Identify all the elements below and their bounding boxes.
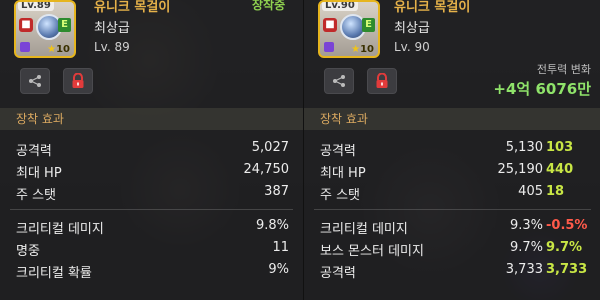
- e-badge: E: [362, 18, 375, 32]
- star-force: ★10: [351, 44, 374, 55]
- lock-button[interactable]: [63, 68, 93, 94]
- stat-label: 공격력: [320, 266, 356, 281]
- item-grade: 최상급: [94, 21, 130, 36]
- stat-row: 주 스탯 387: [0, 182, 303, 204]
- item-header: Lv.89 ■ E ★10 유니크 목걸이 장착중 최상급 Lv. 89: [0, 0, 303, 108]
- lock-icon: ■: [19, 18, 33, 32]
- stat-value: 9.3%: [509, 218, 543, 233]
- stat-value: 405: [518, 184, 543, 199]
- purple-square-icon: [324, 42, 334, 52]
- item-name: 유니크 목걸이: [94, 0, 171, 15]
- item-name: 유니크 목걸이: [394, 0, 471, 15]
- stat-label: 크리티컬 데미지: [16, 222, 104, 237]
- stat-label: 최대 HP: [16, 166, 62, 181]
- stat-row: 보스 몬스터 데미지 9.7% 9.7%: [304, 238, 600, 260]
- stat-row: 주 스탯 405 18: [304, 182, 600, 204]
- stat-value: 9.8%: [255, 218, 289, 233]
- lock-button[interactable]: [367, 68, 397, 94]
- compare-item-panel: Lv.90 ■ E ★10 유니크 목걸이 최상급 Lv. 90 전투력 변화 …: [303, 0, 600, 300]
- stat-row: 최대 HP 24,750: [0, 160, 303, 182]
- stat-value: 387: [264, 184, 289, 199]
- stat-label: 주 스탯: [16, 188, 57, 203]
- item-grade: 최상급: [394, 21, 430, 36]
- stat-diff: 3,733: [546, 262, 588, 277]
- item-level: Lv. 89: [94, 40, 130, 54]
- item-icon: Lv.89 ■ E ★10: [14, 0, 76, 58]
- stat-diff: 18: [546, 184, 565, 199]
- divider: [314, 209, 591, 210]
- star-force: ★10: [47, 44, 70, 55]
- stat-label: 크리티컬 확률: [16, 266, 92, 281]
- stat-diff: 440: [546, 162, 574, 177]
- lock-icon: ■: [323, 18, 337, 32]
- lock-icon: [72, 73, 84, 88]
- stat-diff: -0.5%: [546, 218, 588, 233]
- share-icon: [333, 75, 345, 87]
- stat-row: 명중 11: [0, 238, 303, 260]
- share-button[interactable]: [324, 68, 354, 94]
- stat-diff: 9.7%: [546, 240, 583, 255]
- star-icon: ★: [351, 44, 361, 55]
- icon-level-tag: Lv.89: [18, 2, 54, 11]
- stat-row: 최대 HP 25,190 440: [304, 160, 600, 182]
- power-change-value: +4억 6076만: [493, 80, 591, 98]
- share-icon: [29, 75, 41, 87]
- purple-square-icon: [20, 42, 30, 52]
- stat-diff: 103: [546, 140, 574, 155]
- stat-value: 9%: [268, 262, 289, 277]
- power-change-label: 전투력 변화: [536, 63, 591, 76]
- icon-level-tag: Lv.90: [322, 2, 358, 11]
- equip-effect-title: 장착 효과: [0, 108, 303, 130]
- equip-effect-title: 장착 효과: [304, 108, 600, 130]
- stat-value: 9.7%: [509, 240, 543, 255]
- stat-label: 공격력: [16, 144, 52, 159]
- stat-value: 3,733: [505, 262, 543, 277]
- stat-label: 보스 몬스터 데미지: [320, 244, 424, 259]
- stat-value: 5,027: [251, 140, 289, 155]
- stat-value: 11: [272, 240, 289, 255]
- equipped-status: 장착중: [252, 0, 286, 12]
- stat-label: 명중: [16, 244, 40, 259]
- stat-row: 크리티컬 데미지 9.8%: [0, 216, 303, 238]
- stat-list: 공격력 5,130 103 최대 HP 25,190 440 주 스탯 405 …: [304, 138, 600, 282]
- stat-label: 최대 HP: [320, 166, 366, 181]
- stat-row: 공격력 3,733 3,733: [304, 260, 600, 282]
- stat-row: 공격력 5,027: [0, 138, 303, 160]
- stat-row: 크리티컬 확률 9%: [0, 260, 303, 282]
- share-button[interactable]: [20, 68, 50, 94]
- item-header: Lv.90 ■ E ★10 유니크 목걸이 최상급 Lv. 90 전투력 변화 …: [304, 0, 600, 108]
- item-level: Lv. 90: [394, 40, 430, 54]
- stat-label: 크리티컬 데미지: [320, 222, 408, 237]
- item-icon: Lv.90 ■ E ★10: [318, 0, 380, 58]
- stat-list: 공격력 5,027 최대 HP 24,750 주 스탯 387 크리티컬 데미지…: [0, 138, 303, 282]
- divider: [10, 209, 293, 210]
- stat-label: 공격력: [320, 144, 356, 159]
- star-icon: ★: [47, 44, 57, 55]
- stat-value: 24,750: [243, 162, 290, 177]
- stat-label: 주 스탯: [320, 188, 361, 203]
- stat-row: 크리티컬 데미지 9.3% -0.5%: [304, 216, 600, 238]
- equipped-item-panel: Lv.89 ■ E ★10 유니크 목걸이 장착중 최상급 Lv. 89 장착 …: [0, 0, 304, 300]
- stat-value: 5,130: [505, 140, 543, 155]
- lock-icon: [376, 73, 388, 88]
- stat-row: 공격력 5,130 103: [304, 138, 600, 160]
- e-badge: E: [58, 18, 71, 32]
- stat-value: 25,190: [497, 162, 544, 177]
